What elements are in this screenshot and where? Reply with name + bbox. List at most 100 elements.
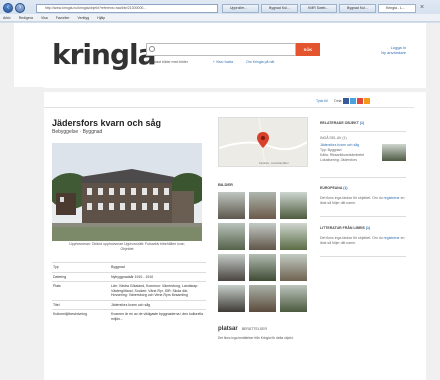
- browser-tab[interactable]: Bygnad Kul...: [339, 4, 376, 13]
- image-thumbnail[interactable]: [218, 223, 245, 250]
- map-footer: Kartdata · Användarvillkor: [259, 162, 289, 165]
- address-text: http://www.kringla.nu/kringla/objekt?ref…: [45, 6, 147, 10]
- image-thumbnail[interactable]: [249, 192, 276, 219]
- image-thumbnail[interactable]: [249, 223, 276, 250]
- images-heading: BILDER: [218, 182, 233, 187]
- fact-value: Byggnad: [110, 262, 206, 272]
- divider: [320, 131, 406, 132]
- tab-label: Bygnad Kul...: [347, 6, 368, 10]
- platsar-logo[interactable]: platsar: [218, 326, 238, 332]
- address-bar[interactable]: http://www.kringla.nu/kringla/objekt?ref…: [36, 4, 218, 13]
- image-thumbnail[interactable]: [280, 285, 307, 312]
- image-thumbnail[interactable]: [249, 254, 276, 281]
- tab-label: KMR Sweb...: [308, 6, 329, 10]
- europeana-text: Det finns inga länkar för objektet. Om d…: [320, 196, 406, 205]
- table-row: Titel Jädersfors kvarn och såg: [52, 299, 206, 310]
- search-icon: [149, 46, 155, 52]
- image-thumbnail[interactable]: [218, 192, 245, 219]
- related-count: (1): [359, 121, 365, 125]
- related-thumbnail[interactable]: [382, 144, 406, 161]
- browser-tab[interactable]: Upproller...: [222, 4, 259, 13]
- tab-label: Bygnad Kul...: [269, 6, 290, 10]
- europeana-heading: EUROPEANA (1): [320, 186, 348, 191]
- forward-button[interactable]: ›: [15, 3, 25, 13]
- related-sub: INGÅ DEL AV (1): [320, 136, 347, 140]
- europeana-heading-label: EUROPEANA: [320, 186, 343, 190]
- site-logo[interactable]: kringla: [52, 38, 156, 71]
- share-label: Dela: [334, 98, 342, 103]
- browser-tab[interactable]: Bygnad Kul...: [261, 4, 298, 13]
- image-thumbnail[interactable]: [249, 285, 276, 312]
- related-heading-label: RELATERADE OBJEKT: [320, 121, 359, 125]
- feedback-link[interactable]: Tyck till: [316, 99, 327, 103]
- twitter-icon[interactable]: [350, 98, 357, 104]
- table-row: Plats Län: Västra Götaland, Kommun: Väner…: [52, 281, 206, 300]
- related-type: Typ: Byggnad: [320, 148, 342, 152]
- litteratur-text: Det finns inga länkar för objektet. Om d…: [320, 236, 406, 245]
- related-link[interactable]: Jädersfors kvarn och såg: [320, 143, 359, 148]
- page-margin-right: [426, 23, 440, 380]
- map-view[interactable]: Kartdata · Användarvillkor: [218, 117, 308, 167]
- litteratur-text-1: Det finns inga länkar för objektet. Om d…: [320, 236, 383, 240]
- table-row: Kulturmiljöbeskrivning Kvarnen är en av d…: [52, 309, 206, 323]
- image-thumbnail[interactable]: [218, 254, 245, 281]
- europeana-register-link[interactable]: registrerar: [384, 196, 400, 200]
- table-row: Datering Nybyggnadsår 1910 - 1910: [52, 271, 206, 282]
- close-icon[interactable]: ×: [420, 4, 428, 13]
- fact-value: Län: Västra Götaland, Kommun: Vänersborg…: [110, 281, 206, 300]
- menu-item[interactable]: Hjälp: [97, 16, 105, 20]
- table-row: Typ Byggnad: [52, 262, 206, 272]
- page-title: Jädersfors kvarn och såg: [52, 118, 162, 128]
- menu-item[interactable]: Arkiv: [3, 16, 11, 20]
- email-icon[interactable]: [364, 98, 371, 104]
- image-thumbnail[interactable]: [280, 192, 307, 219]
- tab-label: Kringla - L...: [386, 6, 405, 10]
- europeana-count: (1): [343, 186, 348, 190]
- fact-value: Kvarnen är en av de viktigaste byggnader…: [110, 309, 206, 323]
- fact-key: Datering: [52, 271, 110, 282]
- browser-tab-active[interactable]: Kringla - L...: [378, 4, 416, 13]
- facts-table: Typ Byggnad Datering Nybyggnadsår 1910 - 1…: [52, 262, 206, 323]
- divider: [44, 107, 414, 108]
- search-input[interactable]: [146, 43, 296, 56]
- object-photo[interactable]: [48, 143, 208, 241]
- account-links: Logga in Ny användare: [372, 45, 406, 55]
- image-thumbnail[interactable]: [218, 285, 245, 312]
- search-options: ☐ Endast bilder med bilder + Visa i kart…: [146, 60, 286, 64]
- litteratur-heading-label: LITTERATUR FRÅN LIBRIS: [320, 226, 365, 230]
- menu-item[interactable]: Visa: [41, 16, 48, 20]
- building-photo-drawing: [48, 143, 208, 241]
- map-drawing: [218, 117, 308, 167]
- menu-bar: Arkiv Redigera Visa Favoriter Verktyg Hj…: [0, 14, 440, 22]
- litteratur-count: (1): [365, 226, 371, 230]
- browser-tab[interactable]: KMR Sweb...: [300, 4, 337, 13]
- facebook-icon[interactable]: [343, 98, 350, 104]
- fact-key: Kulturmiljöbeskrivning: [52, 309, 110, 323]
- search-button[interactable]: SÖK: [296, 43, 320, 56]
- image-thumbnail[interactable]: [280, 254, 307, 281]
- related-owner: Källa: Riksantikvarieämbetet: [320, 153, 365, 157]
- menu-item[interactable]: Favoriter: [56, 16, 70, 20]
- divider: [320, 216, 406, 217]
- menu-item[interactable]: Redigera: [19, 16, 33, 20]
- related-heading: RELATERADE OBJEKT (1): [320, 121, 364, 126]
- divider: [320, 256, 406, 257]
- litteratur-register-link[interactable]: registrerar: [384, 236, 400, 240]
- photo-caption: Upphovsman: Okänd upphovsman Upphovsrätt…: [69, 242, 185, 251]
- register-link[interactable]: Ny användare: [372, 50, 406, 55]
- back-button[interactable]: ‹: [3, 3, 13, 13]
- page-subtitle: Bebyggelse · Byggnad: [52, 129, 103, 135]
- europeana-text-1: Det finns inga länkar för objektet. Om d…: [320, 196, 383, 200]
- about-link[interactable]: Om Kringla på nät: [246, 60, 274, 64]
- checkbox-label: Endast bilder med bilder: [150, 60, 188, 64]
- fact-value: Jädersfors kvarn och såg: [110, 299, 206, 310]
- share-icon[interactable]: [357, 98, 364, 104]
- fact-value: Nybyggnadsår 1910 - 1910: [110, 271, 206, 282]
- share-bar: Tyck till Dela: [316, 98, 371, 104]
- litteratur-heading: LITTERATUR FRÅN LIBRIS (1): [320, 226, 370, 231]
- image-thumbnail[interactable]: [280, 223, 307, 250]
- show-map-link[interactable]: + Visa i karta: [213, 60, 233, 64]
- platsar-text: Det finns inga berättelser från Kringla …: [218, 336, 294, 340]
- images-only-checkbox[interactable]: ☐ Endast bilder med bilder: [146, 60, 200, 64]
- menu-item[interactable]: Verktyg: [78, 16, 90, 20]
